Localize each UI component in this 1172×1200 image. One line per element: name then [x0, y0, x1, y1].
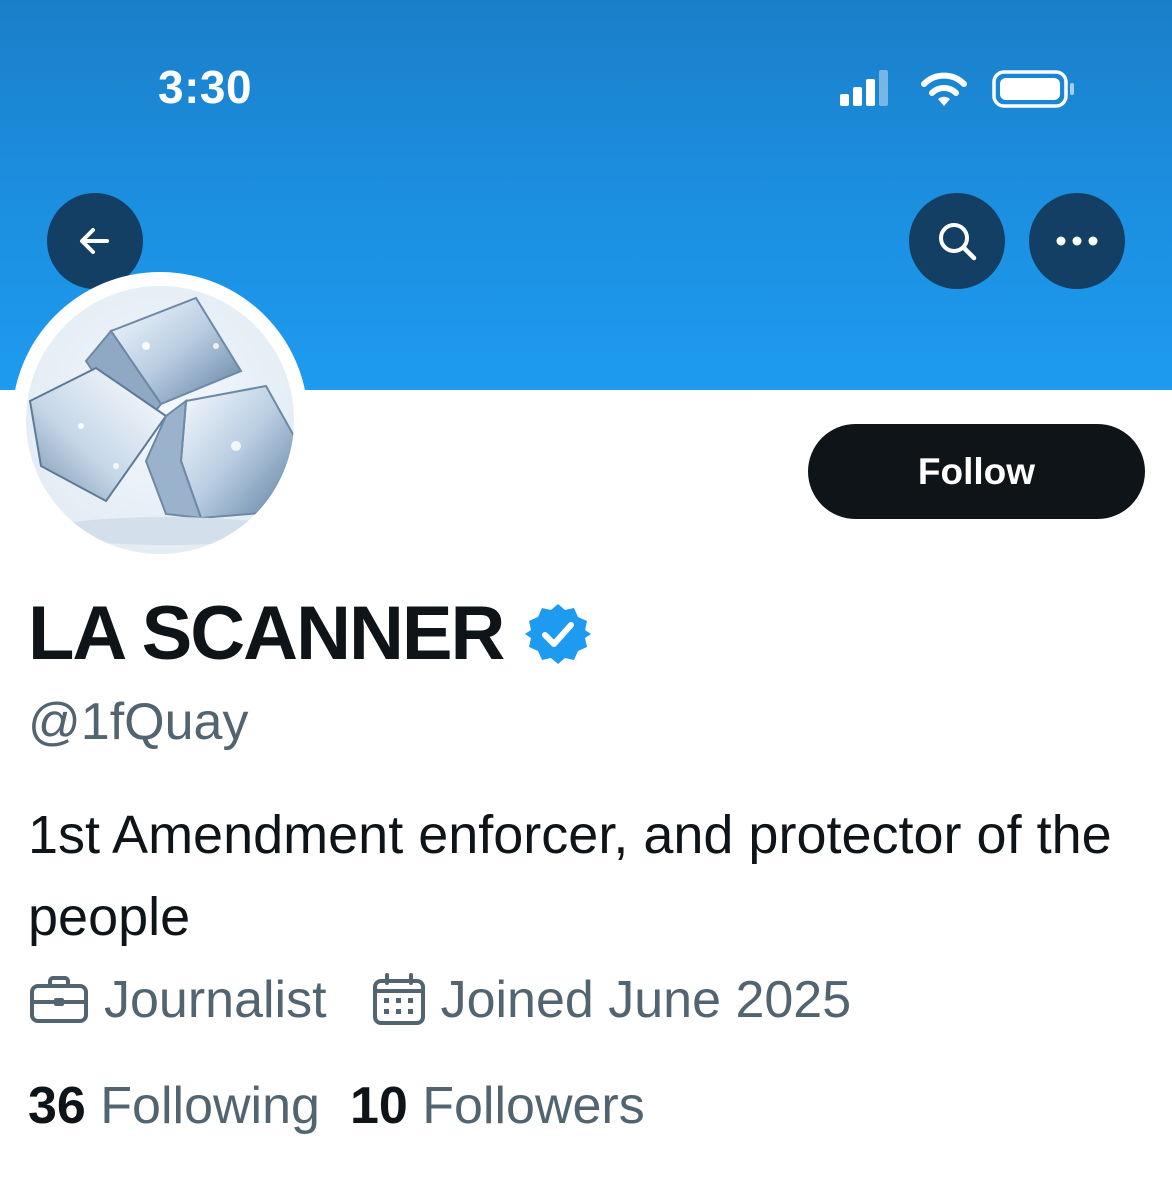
- search-icon: [939, 223, 977, 261]
- following-label: Following: [100, 1077, 320, 1135]
- verified-badge-icon[interactable]: [525, 601, 592, 667]
- followers-count: 10: [349, 1077, 408, 1135]
- status-time: 3:30: [158, 61, 253, 113]
- profile-handle: @1fQuay: [28, 693, 249, 751]
- following-stat[interactable]: 36 Following: [28, 1076, 320, 1136]
- wifi-icon: [921, 72, 967, 106]
- joined-item: Joined June 2025: [371, 970, 852, 1030]
- joined-label: Joined June 2025: [440, 971, 852, 1029]
- search-button[interactable]: [909, 193, 1005, 289]
- follow-button[interactable]: Follow: [808, 424, 1145, 519]
- ice-cubes-avatar: [26, 286, 294, 554]
- briefcase-icon: [30, 976, 88, 1023]
- category-label: Journalist: [104, 971, 327, 1029]
- follow-stats: 36 Following 10 Followers: [28, 1076, 675, 1136]
- profile-bio: 1st Amendment enforcer, and protector of…: [28, 805, 1112, 947]
- profile-meta: Journalist Joined June 2025: [28, 970, 895, 1030]
- followers-label: Followers: [422, 1077, 645, 1135]
- calendar-icon: [372, 973, 425, 1025]
- avatar[interactable]: [12, 272, 308, 568]
- more-options-button[interactable]: [1029, 193, 1125, 289]
- status-icons: [840, 70, 1074, 108]
- more-horizontal-icon: [1056, 236, 1098, 246]
- signal-icon: [840, 70, 888, 106]
- followers-stat[interactable]: 10 Followers: [350, 1076, 645, 1136]
- category-item: Journalist: [28, 970, 327, 1030]
- display-name: LA SCANNER: [28, 591, 505, 676]
- ice-cubes-image: [28, 296, 294, 545]
- following-count: 36: [28, 1077, 86, 1135]
- name-row: LA SCANNER: [28, 591, 592, 676]
- arrow-left-icon: [80, 228, 109, 254]
- battery-icon: [992, 70, 1074, 108]
